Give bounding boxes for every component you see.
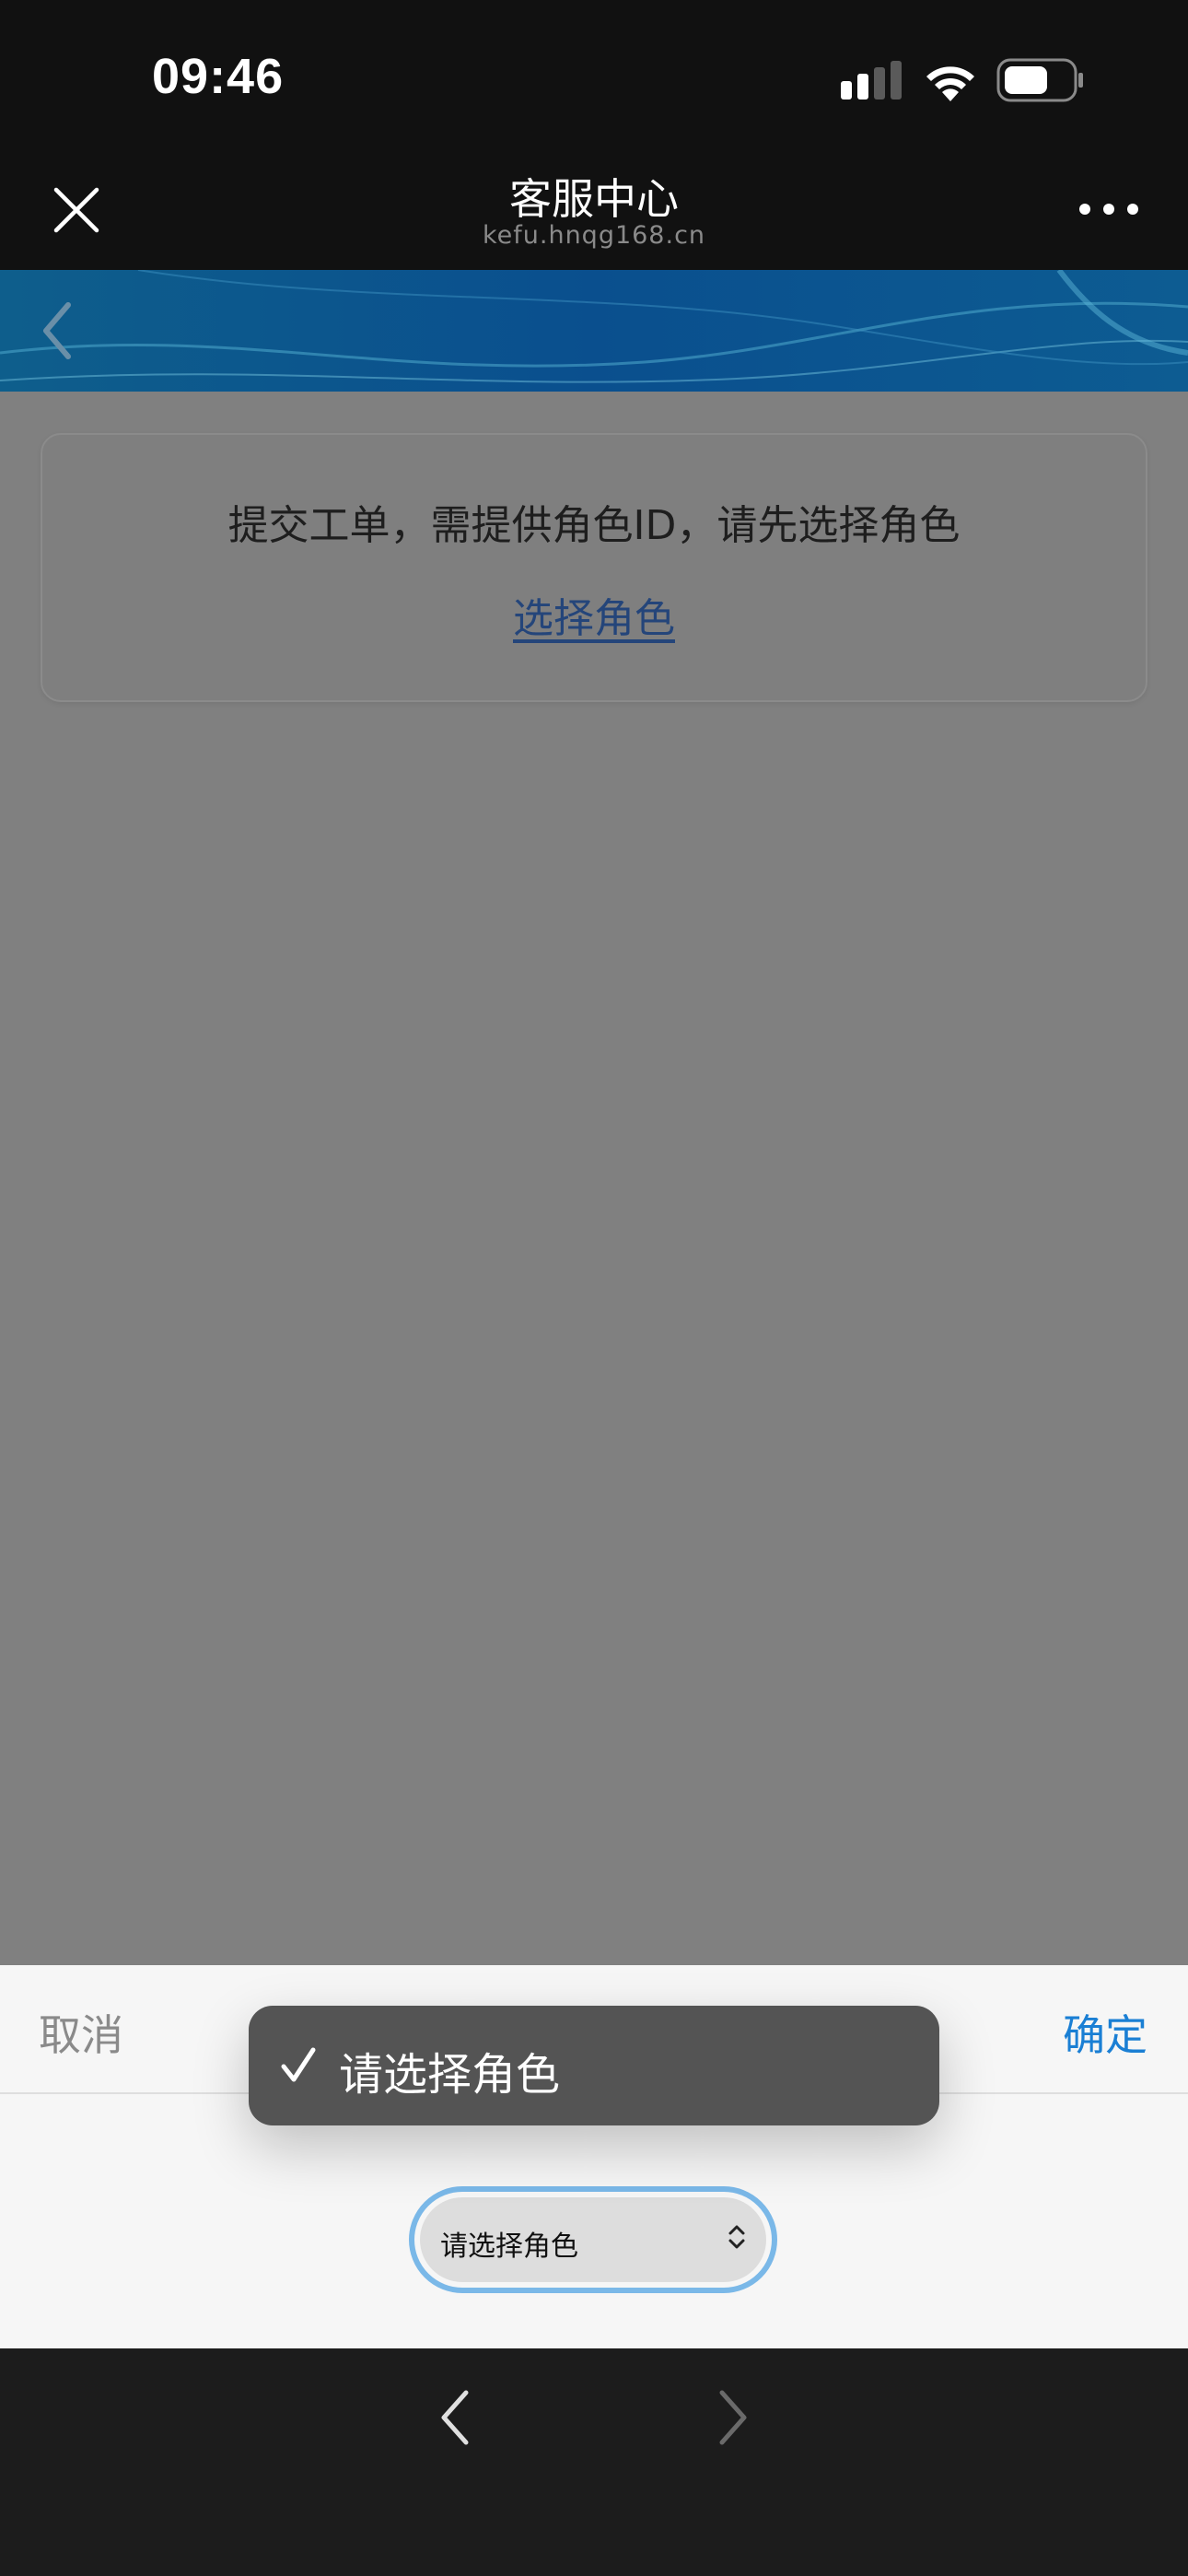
select-dropdown-popup: 请选择角色 (249, 2006, 939, 2125)
more-icon[interactable] (1077, 195, 1140, 223)
select-role-link[interactable]: 选择角色 (42, 585, 1146, 644)
checkmark-icon (281, 2047, 316, 2082)
browser-bottom-bar (0, 2348, 1188, 2576)
cancel-button[interactable]: 取消 (39, 2002, 123, 2063)
battery-icon (996, 58, 1083, 102)
back-arrow-icon[interactable] (37, 298, 77, 364)
banner-decoration (0, 270, 1188, 383)
signal-icon (841, 61, 902, 100)
dropdown-option-selected[interactable]: 请选择角色 (339, 2038, 560, 2102)
nav-bar: 客服中心 kefu.hnqg168.cn (0, 147, 1188, 270)
page-url: kefu.hnqg168.cn (482, 221, 706, 250)
confirm-button[interactable]: 确定 (1063, 2002, 1147, 2063)
role-select[interactable]: 请选择角色 (409, 2186, 777, 2293)
browser-back-icon[interactable] (433, 2385, 479, 2450)
browser-forward-icon[interactable] (709, 2385, 755, 2450)
status-time: 09:46 (152, 49, 285, 104)
page-header-banner (0, 270, 1188, 392)
role-select-value: 请选择角色 (440, 2231, 578, 2263)
role-select-inner: 请选择角色 (420, 2197, 766, 2282)
page-title: 客服中心 (509, 174, 679, 224)
chevron-updown-icon (728, 2225, 745, 2249)
info-card: 提交工单，需提供角色ID，请先选择角色 选择角色 (41, 433, 1147, 702)
card-message: 提交工单，需提供角色ID，请先选择角色 (227, 502, 961, 549)
wifi-icon (926, 66, 974, 101)
status-bar: 09:46 (0, 0, 1188, 147)
